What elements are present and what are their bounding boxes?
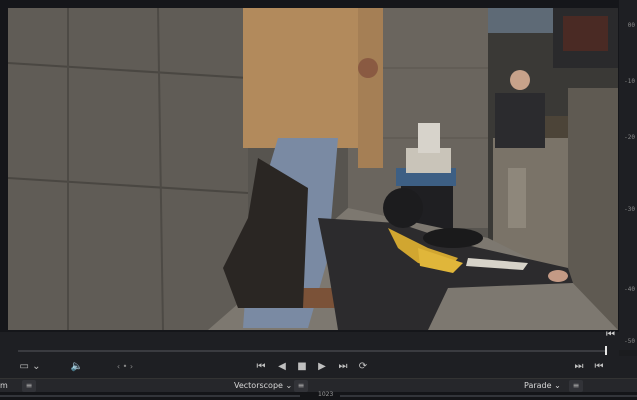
ruler-tick: -30 [624, 206, 635, 213]
loop-icon[interactable]: ⟳ [354, 356, 372, 378]
ruler-tick: -40 [624, 286, 635, 293]
scrubber-track[interactable] [18, 350, 606, 352]
timeline-strip [0, 332, 619, 356]
ruler-tick: -20 [624, 134, 635, 141]
scope-divider [0, 395, 300, 397]
playhead[interactable] [605, 346, 607, 355]
stop-icon[interactable]: ■ [294, 356, 310, 378]
scope-divider [340, 395, 637, 397]
jump-to-start-icon[interactable]: ⏮ [252, 356, 270, 378]
frame-nav-chevrons[interactable]: ‹ • › [108, 356, 142, 378]
transport-bar: ▭ ⌄ 🔈 ‹ • › ⏮ ◀ ■ ▶ ⏭ ⟳ ⏭ ⏮ [0, 356, 637, 378]
end-marker-icon: ⏮ [606, 329, 615, 340]
parade-label: Parade [524, 381, 552, 390]
vectorscope-label: Vectorscope [234, 381, 283, 390]
scope-label-left: m [0, 381, 8, 390]
parade-settings-icon[interactable]: ≡ [569, 380, 583, 392]
jump-to-end-icon[interactable]: ⏭ [334, 356, 352, 378]
ruler-tick: -50 [624, 338, 635, 345]
audio-meter-ruler: 00 -10 -20 -30 -40 -50 [619, 0, 637, 350]
scope-graph-area: 1023 [0, 391, 637, 400]
next-clip-icon[interactable]: ⏭ [572, 356, 586, 378]
vectorscope-settings-icon[interactable]: ≡ [294, 380, 308, 392]
scope-value: 1023 [318, 391, 334, 398]
ruler-tick: -10 [624, 78, 635, 85]
view-options-icon[interactable]: ▭ ⌄ [18, 356, 42, 378]
vectorscope-dropdown[interactable]: Vectorscope ⌄ [234, 379, 292, 393]
video-frame[interactable] [8, 8, 618, 330]
video-frame-image [8, 8, 618, 330]
parade-dropdown[interactable]: Parade ⌄ [524, 379, 561, 393]
play-icon[interactable]: ▶ [314, 356, 330, 378]
volume-icon[interactable]: 🔈 [68, 356, 86, 378]
step-back-icon[interactable]: ◀ [274, 356, 290, 378]
prev-clip-icon[interactable]: ⏮ [592, 356, 606, 378]
scope-settings-icon[interactable]: ≡ [22, 380, 36, 392]
ruler-tick: 00 [627, 22, 635, 29]
